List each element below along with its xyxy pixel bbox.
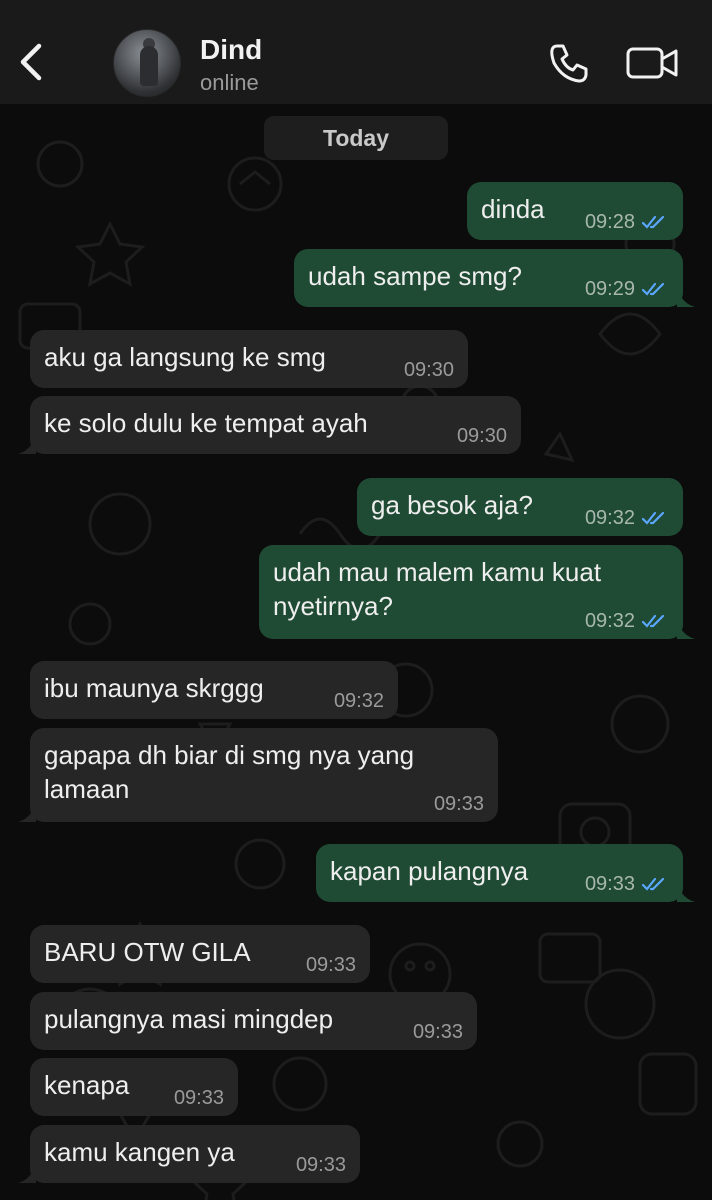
message-text: ibu maunya skrggg: [44, 673, 264, 703]
message-text: pulangnya masi mingdep: [44, 1004, 334, 1034]
bubble-tail: [677, 882, 695, 902]
message-incoming[interactable]: BARU OTW GILA 09:33: [30, 925, 370, 983]
message-time: 09:28: [584, 211, 635, 233]
bubble-tail: [18, 802, 36, 822]
read-receipt-icon: [641, 877, 665, 891]
message-time: 09:29: [584, 278, 635, 300]
message-time: 09:30: [403, 359, 454, 381]
read-receipt-icon: [641, 511, 665, 525]
message-text: BARU OTW GILA: [44, 937, 251, 967]
message-time: 09:32: [584, 610, 635, 632]
message-incoming[interactable]: kamu kangen ya 09:33: [18, 1125, 360, 1183]
message-time: 09:32: [333, 690, 384, 712]
message-incoming[interactable]: kenapa 09:33: [30, 1058, 238, 1116]
message-outgoing[interactable]: kapan pulangnya 09:33: [316, 844, 695, 902]
message-incoming[interactable]: aku ga langsung ke smg 09:30: [30, 330, 468, 388]
message-outgoing[interactable]: udah sampe smg? 09:29: [294, 249, 695, 307]
avatar[interactable]: [113, 29, 181, 97]
chat-header: Dind online: [0, 0, 712, 104]
bubble-tail: [677, 619, 695, 639]
message-outgoing[interactable]: dinda 09:28: [467, 182, 683, 240]
message-time: 09:33: [295, 1154, 346, 1176]
read-receipt-icon: [641, 282, 665, 296]
bubble-tail: [18, 1163, 36, 1183]
message-text: kenapa: [44, 1070, 130, 1100]
message-time: 09:32: [584, 507, 635, 529]
message-text: kapan pulangnya: [330, 856, 529, 886]
message-text: ke solo dulu ke tempat ayah: [44, 408, 368, 438]
bubble-tail: [677, 287, 695, 307]
message-time: 09:33: [173, 1087, 224, 1109]
message-text: udah sampe smg?: [308, 261, 522, 291]
message-text: aku ga langsung ke smg: [44, 342, 326, 372]
contact-status: online: [200, 70, 259, 95]
chevron-left-icon: [20, 43, 42, 81]
chat-screen: Dind online Today dinda 09:28 udah sampe…: [0, 0, 712, 1200]
voice-call-button[interactable]: [548, 42, 590, 84]
message-text: udah mau malem kamu kuat nyetirnya?: [273, 557, 602, 621]
message-incoming[interactable]: pulangnya masi mingdep 09:33: [30, 992, 477, 1050]
phone-icon: [550, 44, 588, 83]
video-call-button[interactable]: [626, 44, 680, 82]
message-text: kamu kangen ya: [44, 1137, 235, 1167]
message-time: 09:33: [305, 954, 356, 976]
message-time: 09:30: [456, 425, 507, 447]
message-incoming[interactable]: gapapa dh biar di smg nya yang lamaan 09…: [18, 728, 498, 822]
message-outgoing[interactable]: ga besok aja? 09:32: [357, 478, 683, 536]
message-text: dinda: [481, 194, 545, 224]
message-incoming[interactable]: ibu maunya skrggg 09:32: [30, 661, 398, 719]
read-receipt-icon: [641, 215, 665, 229]
message-outgoing[interactable]: udah mau malem kamu kuat nyetirnya? 09:3…: [259, 545, 695, 639]
read-receipt-icon: [641, 614, 665, 628]
back-button[interactable]: [14, 38, 46, 86]
message-time: 09:33: [433, 793, 484, 815]
video-camera-icon: [626, 47, 678, 79]
message-text: gapapa dh biar di smg nya yang lamaan: [44, 740, 415, 804]
contact-name[interactable]: Dind: [200, 34, 262, 66]
message-incoming[interactable]: ke solo dulu ke tempat ayah 09:30: [18, 396, 521, 454]
message-text: ga besok aja?: [371, 490, 533, 520]
message-time: 09:33: [412, 1021, 463, 1043]
bubble-tail: [18, 434, 36, 454]
message-time: 09:33: [584, 873, 635, 895]
date-separator: Today: [264, 116, 448, 160]
